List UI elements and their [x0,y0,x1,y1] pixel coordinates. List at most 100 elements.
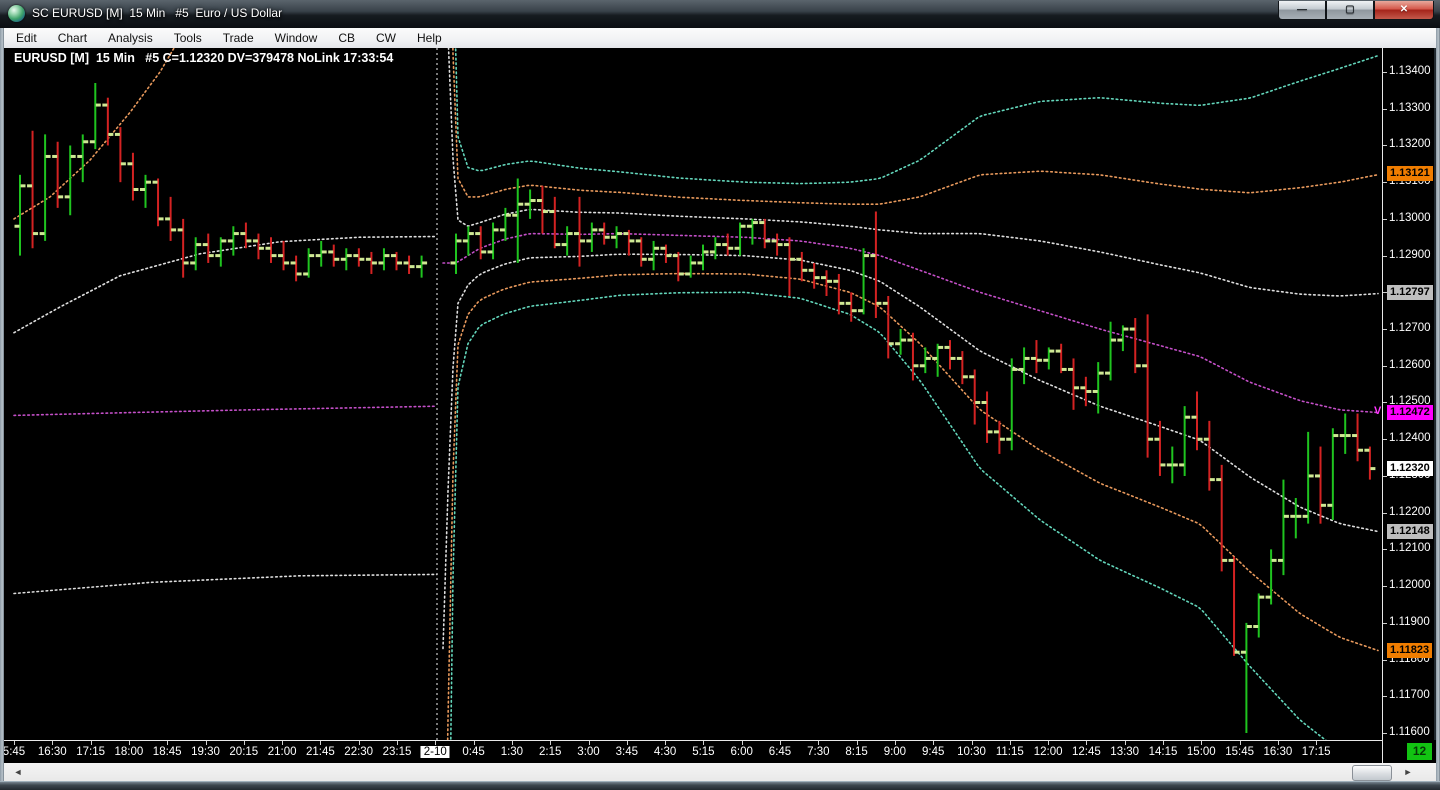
time-tick-mark [1277,741,1279,745]
time-label: 12:45 [1072,746,1101,758]
chart-header: EURUSD [M] 15 Min #5 C=1.12320 DV=379478… [14,51,394,65]
time-label: 9:45 [921,746,945,758]
price-tick-mark [1383,145,1387,147]
price-tick-mark [1383,218,1387,220]
time-tick-mark [550,741,552,745]
time-tick-mark [282,741,284,745]
window-buttons: — ▢ ✕ [1278,1,1434,20]
minimize-button[interactable]: — [1278,1,1326,20]
time-tick-mark [1201,741,1203,745]
band-minus-3sd [450,291,1327,740]
prev-band-0 [13,405,438,417]
price-tick-mark [1383,549,1387,551]
price-tick-label: 1.13200 [1389,138,1431,151]
maximize-button[interactable]: ▢ [1326,1,1374,20]
price-tick-mark [1383,329,1387,331]
time-tick-mark [358,741,360,745]
menubar: Edit Chart Analysis Tools Trade Window CB CW Hel… [4,28,1436,49]
time-label: 14:15 [1148,746,1178,758]
time-label: 1:30 [500,746,524,758]
price-tick-mark [1383,512,1387,514]
time-label: 13:30 [1110,746,1140,758]
menu-item-analysis[interactable]: Analysis [99,29,162,47]
time-tick-mark [397,741,398,745]
time-tick-mark [473,741,475,745]
time-label: 20:15 [229,746,259,758]
menu-item-cb[interactable]: CB [329,29,364,47]
prev-band-2 [13,573,438,595]
time-tick-mark [128,741,130,745]
time-label: 3:00 [577,746,600,758]
time-label: 12:00 [1033,746,1063,758]
vwap-line [442,232,1379,414]
price-tick-label: 1.12000 [1389,579,1431,592]
menu-item-edit[interactable]: Edit [7,29,46,47]
price-flag: 1.12320 [1387,460,1433,476]
vwap-flag-prefix: V [1374,404,1382,417]
price-plot[interactable] [4,48,1382,740]
prev-band-1 [13,235,438,334]
time-label: 16:30 [37,746,67,758]
time-tick-mark [665,741,667,745]
time-label: 6:45 [768,746,792,758]
scroll-right-icon[interactable]: ► [1400,765,1416,779]
price-tick-label: 1.12900 [1389,248,1431,261]
time-tick-mark [205,741,207,745]
band-plus-3sd [454,48,1379,185]
close-button[interactable]: ✕ [1374,1,1434,20]
time-axis[interactable]: 5:45 16:30 17:15 18:00 18:45 19:30 20:15 21:00 2… [4,740,1382,764]
price-axis[interactable]: 1.134001.133001.132001.131001.130001.129… [1374,48,1434,763]
time-label: 21:45 [306,746,335,758]
price-tick-label: 1.13300 [1389,101,1431,114]
price-tick-label: 1.12200 [1389,505,1431,518]
scroll-left-icon[interactable]: ◄ [10,765,26,779]
scrollbar-thumb[interactable] [1352,765,1392,781]
time-tick-mark [167,741,169,745]
time-tick-mark [435,741,437,745]
time-label: 4:30 [653,746,677,758]
price-tick-mark [1383,255,1387,257]
chart-area[interactable]: EURUSD [M] 15 Min #5 C=1.12320 DV=379478… [4,48,1382,740]
price-tick-mark [1383,72,1387,73]
time-label: 16:30 [1263,746,1293,758]
menu-item-tools[interactable]: Tools [165,29,211,47]
price-tick-mark [1383,586,1387,588]
price-flag: 1.11823 [1387,643,1433,659]
time-label: 10:30 [957,746,986,758]
price-tick-mark [1383,108,1387,110]
price-tick-mark [1383,732,1387,734]
time-label: 19:30 [191,746,220,758]
vwap-bands [13,48,1379,740]
price-flag: 1.12148 [1387,523,1433,539]
time-tick-mark [320,741,322,745]
menu-item-cw[interactable]: CW [367,29,405,47]
window-border-right [1436,28,1440,781]
price-tick-mark [1383,622,1387,624]
band-plus-1sd [447,48,1379,297]
time-label: 21:00 [267,746,297,758]
time-label: 22:30 [344,746,374,758]
horizontal-scrollbar[interactable]: ◄ ► [4,763,1436,781]
time-tick-mark [933,741,935,745]
time-label: 8:15 [845,746,868,758]
titlebar[interactable]: SC EURUSD [M] 15 Min #5 Euro / US Dollar… [0,0,1440,29]
price-tick-label: 1.11900 [1389,615,1430,628]
time-tick-mark [52,741,54,745]
ohlc-bars [14,83,1376,733]
price-tick-label: 1.13000 [1389,211,1431,224]
menu-item-window[interactable]: Window [266,29,327,47]
time-tick-mark [703,741,705,745]
time-tick-mark [1086,741,1088,745]
menu-item-help[interactable]: Help [408,29,451,47]
time-tick-mark [90,741,92,745]
window-border-bottom [0,781,1440,790]
price-tick-mark [1383,365,1387,367]
price-tick-mark [1383,659,1387,661]
time-tick-mark [588,741,590,745]
menu-item-chart[interactable]: Chart [49,29,96,47]
price-tick-label: 1.11700 [1389,689,1430,702]
time-tick-mark [1009,741,1011,745]
menu-item-trade[interactable]: Trade [214,29,263,47]
time-label: 6:00 [730,746,753,758]
axis-corner: 12 [1386,740,1436,763]
